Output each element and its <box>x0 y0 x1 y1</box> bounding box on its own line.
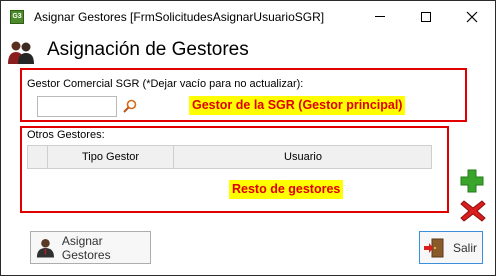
maximize-button[interactable] <box>403 1 449 32</box>
asignar-gestores-button[interactable]: Asignar Gestores <box>30 231 151 264</box>
asignar-gestores-label: Asignar Gestores <box>61 233 111 262</box>
people-icon <box>8 41 34 64</box>
salir-label: Salir <box>453 240 478 255</box>
otros-gestores-grid[interactable]: Tipo Gestor Usuario <box>27 145 432 169</box>
exit-door-icon <box>424 238 444 257</box>
window: G3 Asignar Gestores [FrmSolicitudesAsign… <box>0 0 496 276</box>
app-icon: G3 <box>10 10 24 24</box>
minimize-icon <box>375 16 385 17</box>
otros-gestores-annotation: Resto de gestores <box>229 180 344 199</box>
maximize-icon <box>421 11 431 22</box>
page-title: Asignación de Gestores <box>47 39 249 60</box>
gestor-comercial-input[interactable] <box>37 96 117 117</box>
search-icon[interactable] <box>122 98 138 114</box>
column-header-usuario[interactable]: Usuario <box>174 146 432 168</box>
gestor-principal-annotation: Gestor de la SGR (Gestor principal) <box>189 96 406 115</box>
delete-icon[interactable] <box>460 199 486 223</box>
grid-row-header <box>28 146 48 168</box>
close-button[interactable] <box>449 1 495 32</box>
close-icon <box>466 11 478 22</box>
column-header-tipo-gestor[interactable]: Tipo Gestor <box>48 146 174 168</box>
minimize-button[interactable] <box>357 1 403 32</box>
gestor-comercial-label: Gestor Comercial SGR (*Dejar vacío para … <box>27 78 304 90</box>
add-icon[interactable] <box>460 169 484 193</box>
window-title: Asignar Gestores [FrmSolicitudesAsignarU… <box>34 10 325 24</box>
salir-button[interactable]: Salir <box>419 231 483 264</box>
otros-gestores-label: Otros Gestores: <box>27 129 105 141</box>
title-bar[interactable]: G3 Asignar Gestores [FrmSolicitudesAsign… <box>1 1 495 32</box>
user-icon <box>36 238 55 258</box>
